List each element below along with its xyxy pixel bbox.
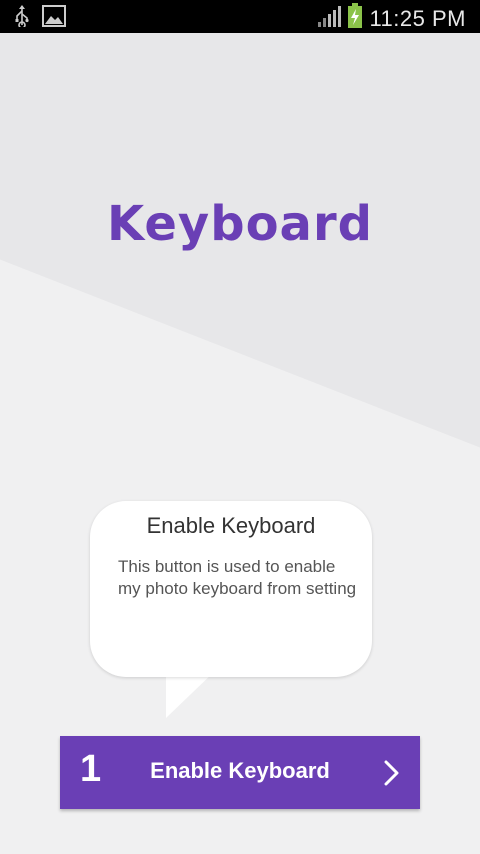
bubble-tail <box>166 670 216 718</box>
enable-keyboard-label: Enable Keyboard <box>150 758 330 783</box>
signal-icon <box>317 5 342 32</box>
status-right: 11:25 PM <box>317 3 466 34</box>
app-logo: Keyboard <box>107 196 373 252</box>
tooltip-title: Enable Keyboard <box>146 513 316 538</box>
usb-icon <box>14 5 30 32</box>
status-left <box>14 5 66 32</box>
status-bar: 11:25 PM <box>0 0 480 33</box>
battery-charging-icon <box>347 3 363 34</box>
status-time: 11:25 PM <box>369 5 466 31</box>
enable-keyboard-button[interactable]: 1 Enable Keyboard <box>60 736 420 809</box>
tooltip-body: This button is used to enable my photo k… <box>118 557 357 598</box>
image-icon <box>42 5 66 32</box>
chevron-right-icon <box>384 760 399 786</box>
tooltip-bubble: Enable Keyboard This button is used to e… <box>90 501 372 677</box>
